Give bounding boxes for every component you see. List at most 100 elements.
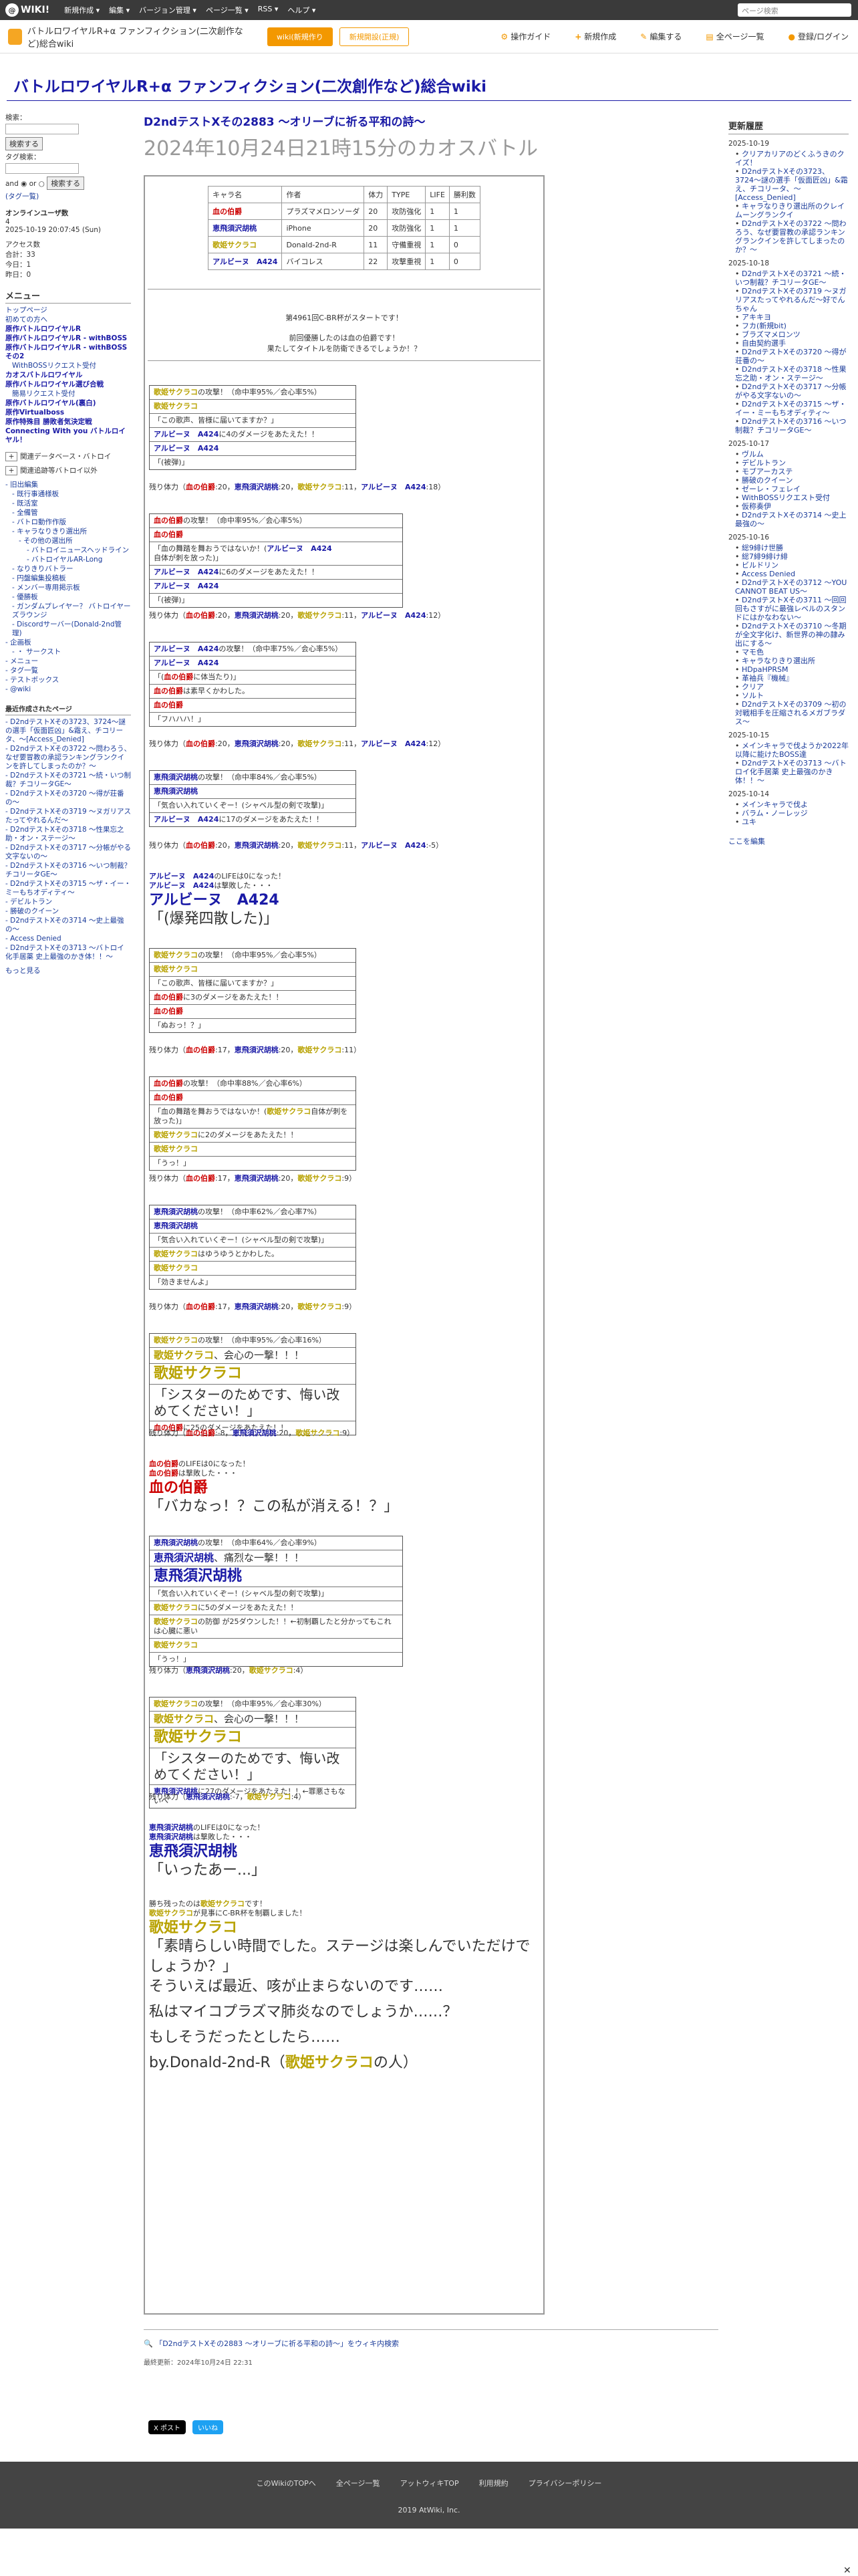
top-menu-item[interactable]: 新規作成 ▾: [64, 5, 100, 15]
history-item[interactable]: キャラなりきり選出所: [735, 657, 849, 665]
recent-link[interactable]: - D2ndテストXその3720 〜得が荘番の〜: [5, 790, 124, 806]
toolbar-action[interactable]: ✎ 編集する: [640, 31, 682, 42]
history-item[interactable]: ソルト: [735, 691, 849, 700]
footer-link[interactable]: アットウィキTOP: [400, 2478, 459, 2488]
history-item[interactable]: D2ndテストXその3710 〜冬期が全文字化け、新世界の神の隷み出にする〜: [735, 622, 849, 648]
tree-link[interactable]: - その他の選出所: [19, 537, 73, 545]
toolbar-action[interactable]: + 新規作成: [575, 31, 616, 42]
history-item[interactable]: Access Denied: [735, 570, 849, 578]
history-item[interactable]: メインキャラで伐ようか2022年以降に能けたBOSS達: [735, 741, 849, 759]
history-item[interactable]: 革袖兵『機械』: [735, 674, 849, 683]
menu-link[interactable]: カオスバトルロワイヤル: [5, 371, 83, 379]
tree-link[interactable]: - キャラなりきり選出所: [12, 528, 87, 536]
menu-link[interactable]: 初めての方へ: [5, 316, 47, 324]
history-item[interactable]: アキキヨ: [735, 313, 849, 322]
recent-link[interactable]: - D2ndテストXその3717 〜分帳がやる文字ないの〜: [5, 844, 131, 860]
recent-link[interactable]: - D2ndテストXその3715 〜ザ・イー・ミーもちオディティ〜: [5, 880, 131, 897]
menu-link[interactable]: 簡易リクエスト受付: [12, 390, 76, 398]
tree-link[interactable]: - @wiki: [5, 685, 31, 693]
menu-link[interactable]: Connecting With you バトルロイヤル！: [5, 427, 126, 444]
menu-link[interactable]: 原作バトルロワイヤル(裏白): [5, 399, 96, 407]
history-item[interactable]: D2ndテストXその3723、3724〜謎の選手「仮面匠凶」&霜え、チコリータ、…: [735, 167, 849, 202]
history-item[interactable]: クリア: [735, 683, 849, 691]
recent-link[interactable]: - D2ndテストXその3716 〜いつ制裁？チコリータGE〜: [5, 862, 131, 879]
history-item[interactable]: 勝破のクイーン: [735, 476, 849, 485]
top-menu-item[interactable]: ページ一覧 ▾: [206, 5, 249, 15]
close-icon[interactable]: ✕: [843, 2565, 851, 2576]
recent-link[interactable]: - デビルトラン: [5, 898, 52, 906]
recent-link[interactable]: - D2ndテストXその3722 〜問わろう、なぜ要冒教の承認ランキングランクイ…: [5, 745, 131, 770]
history-item[interactable]: マモ色: [735, 648, 849, 657]
fold-db[interactable]: 関連データベース・バトロイ: [20, 453, 111, 461]
search-input[interactable]: [5, 124, 79, 134]
tree-link[interactable]: - タグ一覧: [5, 667, 38, 675]
recent-link[interactable]: - D2ndテストXその3719 〜ヌガリアスたってやれるんだ〜: [5, 808, 131, 824]
history-item[interactable]: ヴルム: [735, 450, 849, 459]
history-item[interactable]: デビルトラン: [735, 459, 849, 467]
history-item[interactable]: 自由契約選手: [735, 339, 849, 348]
history-item[interactable]: D2ndテストXその3719 〜ヌガリアスたってやれるんだ〜好でんちゃん: [735, 287, 849, 313]
history-item[interactable]: 総9緋け世勝: [735, 544, 849, 552]
toolbar-action[interactable]: ⚙ 操作ガイド: [500, 31, 551, 42]
wiki-title[interactable]: バトルロワイヤルR+α ファンフィクション(二次創作など)総合wiki: [13, 74, 486, 96]
like-button[interactable]: いいね: [192, 2420, 224, 2434]
history-item[interactable]: HDpaHPRSM: [735, 665, 849, 674]
tree-link[interactable]: - バトロイヤルAR-Long: [27, 556, 102, 564]
create-wiki-button[interactable]: wiki(新規作り: [267, 27, 333, 46]
recent-link[interactable]: - D2ndテストXその3718 〜性果忘之助・オン・ステージ〜: [5, 826, 124, 842]
footer-link[interactable]: プライバシーポリシー: [529, 2478, 602, 2488]
tree-link[interactable]: - ・ サークスト: [12, 648, 61, 656]
history-item[interactable]: D2ndテストXその3712 〜YOU CANNOT BEAT US〜: [735, 578, 849, 596]
tree-link[interactable]: - バトロ動作作版: [12, 518, 66, 526]
more-link[interactable]: もっと見る: [5, 967, 41, 975]
toolbar-action[interactable]: ▤ 全ページ一覧: [706, 31, 764, 42]
tree-link[interactable]: - バトロイニュースヘッドライン: [27, 546, 129, 554]
recent-link[interactable]: - D2ndテストXその3714 〜史上最強の〜: [5, 917, 124, 933]
rental-button[interactable]: 新規開設(正規): [339, 27, 410, 46]
menu-link[interactable]: 原作Virtualboss: [5, 408, 64, 417]
footer-link[interactable]: 全ページ一覧: [336, 2478, 380, 2488]
tree-link[interactable]: - メンバー専用掲示板: [12, 584, 80, 592]
tree-link[interactable]: - 旧出編集: [5, 481, 38, 489]
toolbar-action[interactable]: ● 登録/ログイン: [788, 31, 849, 42]
wiki-search-link[interactable]: 🔍 「D2ndテストXその2883 〜オリーブに祈る平和の詩〜」をウィキ内検索: [144, 2329, 718, 2349]
menu-link[interactable]: 原作バトルロワイヤルR - withBOSSその2: [5, 344, 127, 360]
tree-link[interactable]: - 優勝板: [12, 593, 38, 601]
history-item[interactable]: D2ndテストXその3716 〜いつ制裁？チコリータGE〜: [735, 417, 849, 435]
tree-link[interactable]: - テストボックス: [5, 676, 59, 684]
footer-link[interactable]: このWikiのTOPへ: [257, 2478, 316, 2488]
fold-other[interactable]: 関連追跡等バトロイ以外: [20, 467, 98, 475]
history-item[interactable]: D2ndテストXその3714 〜史上最強の〜: [735, 511, 849, 528]
history-item[interactable]: D2ndテストXその3721 〜続・いつ制裁？チコリータGE〜: [735, 269, 849, 287]
top-menu-item[interactable]: RSS ▾: [258, 5, 279, 15]
top-menu-item[interactable]: バージョン管理 ▾: [139, 5, 196, 15]
tree-link[interactable]: - 既行事通様板: [12, 490, 59, 498]
menu-link[interactable]: WithBOSSリクエスト受付: [12, 362, 96, 370]
menu-link[interactable]: 原作バトルロワイヤルR - withBOSS: [5, 334, 127, 342]
and-or-radio[interactable]: and ◉ or ○: [5, 180, 45, 188]
recent-link[interactable]: - 勝破のクイーン: [5, 907, 59, 915]
history-item[interactable]: モブアーカステ: [735, 467, 849, 476]
recent-link[interactable]: - D2ndテストXその3713 〜バトロイ化手居薬 史上最強のかき体！！〜: [5, 944, 124, 961]
history-item[interactable]: ブラズマメロンツ: [735, 330, 849, 339]
top-menu-item[interactable]: 編集 ▾: [109, 5, 130, 15]
history-item[interactable]: WithBOSSリクエスト受付: [735, 493, 849, 502]
menu-link[interactable]: 原作バトルロワイヤルR: [5, 325, 81, 333]
history-item[interactable]: D2ndテストXその3711 〜回回回もさすがに最強レベルのスタンドにはかなわな…: [735, 596, 849, 622]
history-item[interactable]: ユキ: [735, 818, 849, 826]
history-item[interactable]: D2ndテストXその3722 〜問わろう、なぜ要冒教の承認ランキングランクインを…: [735, 219, 849, 254]
tree-link[interactable]: - ガンダムプレイヤー？ バトロイヤーズラウンジ: [12, 602, 131, 619]
history-item[interactable]: 仮称奏伊: [735, 502, 849, 511]
tag-search-input[interactable]: [5, 163, 79, 174]
history-item[interactable]: D2ndテストXその3715 〜ザ・イー・ミーもちオディティ〜: [735, 400, 849, 417]
menu-link[interactable]: トップページ: [5, 306, 47, 314]
history-item[interactable]: キャラなりきり選出所のクレイムーングランクイ: [735, 202, 849, 219]
history-item[interactable]: D2ndテストXその3713 〜バトロイ化手居薬 史上最強のかき体！！〜: [735, 759, 849, 785]
tree-link[interactable]: - Discordサーバー(Donald-2nd管理): [12, 620, 122, 637]
tree-link[interactable]: - メニュー: [5, 657, 38, 665]
recent-link[interactable]: - D2ndテストXその3721 〜続・いつ制裁？チコリータGE〜: [5, 772, 131, 788]
menu-link[interactable]: 原作特殊目 勝敗者気決定戦: [5, 418, 92, 426]
history-item[interactable]: フカ(新規bit): [735, 322, 849, 330]
history-item[interactable]: D2ndテストXその3709 〜初の対戦相手を圧縮されるメガブラダス〜: [735, 700, 849, 726]
tree-link[interactable]: - 既活室: [12, 499, 38, 507]
